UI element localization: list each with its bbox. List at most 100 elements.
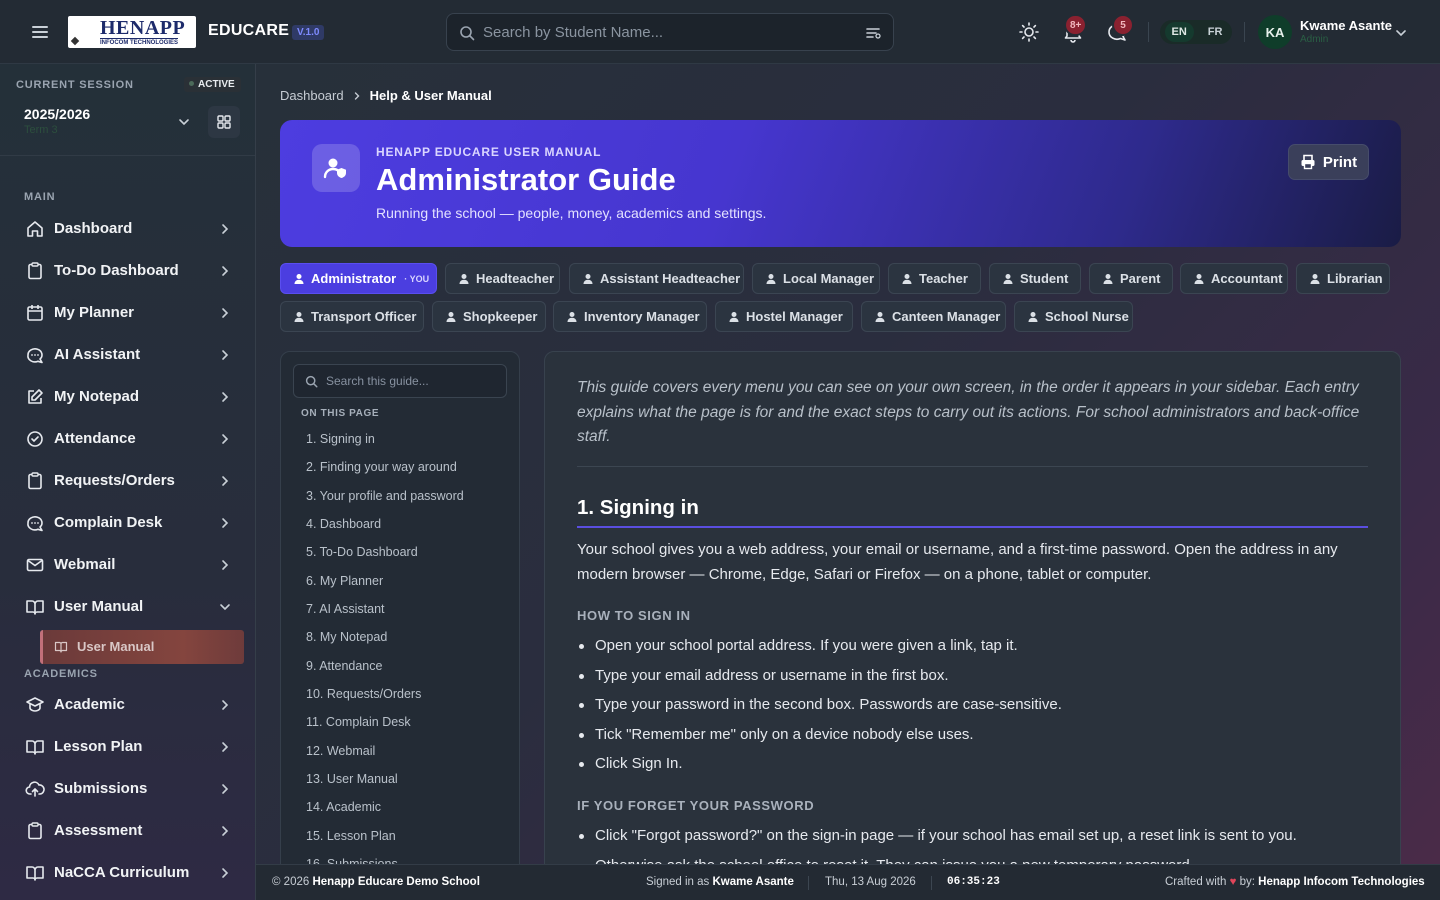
tab-local-manager[interactable]: Local Manager	[752, 263, 880, 294]
toc-item[interactable]: 7. AI Assistant	[281, 598, 519, 626]
app-logo[interactable]: HENAPP INFOCOM TECHNOLOGIES	[68, 16, 196, 48]
tab-librarian[interactable]: Librarian	[1296, 263, 1390, 294]
guide-search-input[interactable]	[326, 365, 502, 397]
sidebar-item-attendance[interactable]: Attendance	[16, 420, 240, 456]
tab-administrator[interactable]: Administrator · YOU	[280, 263, 437, 294]
toc-item[interactable]: 11. Complain Desk	[281, 711, 519, 739]
sidebar-item-label: Submissions	[54, 780, 148, 797]
tab-label: Shopkeeper	[463, 309, 538, 324]
print-button[interactable]: Print	[1288, 144, 1369, 180]
toc-item[interactable]: 10. Requests/Orders	[281, 683, 519, 711]
toc-item[interactable]: 4. Dashboard	[281, 513, 519, 541]
search-icon	[305, 375, 318, 388]
hostel-manager-role-icon	[728, 311, 740, 323]
user-icon	[1103, 273, 1113, 284]
toc-item[interactable]: 1. Signing in	[281, 428, 519, 456]
book-icon	[54, 640, 68, 654]
language-switch: EN FR	[1160, 20, 1232, 44]
forgot-password-heading: IF YOU FORGET YOUR PASSWORD	[577, 798, 815, 813]
sidebar-item-submissions[interactable]: Submissions	[16, 770, 240, 806]
sidebar-item-to-do-dashboard[interactable]: To-Do Dashboard	[16, 252, 240, 288]
menu-icon[interactable]	[28, 20, 52, 44]
chevron-down-icon[interactable]	[1394, 26, 1408, 40]
user-icon	[294, 273, 304, 284]
tab-headteacher[interactable]: Headteacher	[445, 263, 560, 294]
tab-inventory-manager[interactable]: Inventory Manager	[553, 301, 707, 332]
book-icon	[25, 737, 45, 757]
sidebar-item-nacca-curriculum[interactable]: NaCCA Curriculum	[16, 854, 240, 890]
chevron-right-icon	[222, 350, 229, 360]
tab-accountant[interactable]: Accountant	[1180, 263, 1288, 294]
toc-item[interactable]: 6. My Planner	[281, 570, 519, 598]
toc-item[interactable]: 16. Submissions	[281, 853, 519, 864]
session-year[interactable]: 2025/2026	[24, 106, 90, 122]
toc-item[interactable]: 12. Webmail	[281, 740, 519, 768]
user-icon	[1310, 273, 1320, 284]
breadcrumb-home-link[interactable]: Dashboard	[280, 88, 344, 103]
librarian-role-icon	[1309, 273, 1321, 285]
chevron-right-icon	[218, 264, 232, 278]
lang-en-button[interactable]: EN	[1164, 22, 1194, 42]
sidebar-subitem-user-manual[interactable]: User Manual	[40, 630, 244, 664]
sidebar-item-dashboard[interactable]: Dashboard	[16, 210, 240, 246]
sidebar-item-complain-desk[interactable]: Complain Desk	[16, 504, 240, 540]
sidebar-item-lesson-plan[interactable]: Lesson Plan	[16, 728, 240, 764]
filter-icon[interactable]	[865, 25, 881, 41]
sidebar: CURRENT SESSION ACTIVE 2025/2026 Term 3 …	[0, 64, 256, 900]
student-role-icon	[1002, 273, 1014, 285]
sidebar-item-user-manual[interactable]: User Manual	[16, 588, 240, 624]
user-avatar[interactable]: KA	[1258, 15, 1292, 49]
user-name[interactable]: Kwame Asante	[1300, 18, 1392, 33]
toc-item[interactable]: 8. My Notepad	[281, 626, 519, 654]
toc-item[interactable]: 5. To-Do Dashboard	[281, 541, 519, 569]
sidebar-item-requests-orders[interactable]: Requests/Orders	[16, 462, 240, 498]
chevron-down-icon[interactable]	[177, 115, 191, 129]
tab-teacher[interactable]: Teacher	[888, 263, 981, 294]
sidebar-item-academic[interactable]: Academic	[16, 686, 240, 722]
sidebar-item-my-notepad[interactable]: My Notepad	[16, 378, 240, 414]
footer-clock: 06:35:23	[947, 876, 1000, 888]
chevron-right-icon	[218, 782, 232, 796]
tab-school-nurse[interactable]: School Nurse	[1014, 301, 1133, 332]
chevron-down-icon	[220, 604, 230, 611]
user-icon	[583, 273, 593, 284]
mail-icon	[25, 555, 45, 575]
toc-item[interactable]: 9. Attendance	[281, 655, 519, 683]
tab-transport-officer[interactable]: Transport Officer	[280, 301, 424, 332]
toc-item[interactable]: 15. Lesson Plan	[281, 825, 519, 853]
sidebar-item-webmail[interactable]: Webmail	[16, 546, 240, 582]
sidebar-item-assessment[interactable]: Assessment	[16, 812, 240, 848]
tab-label: Assistant Headteacher	[600, 271, 741, 286]
toc-item[interactable]: 13. User Manual	[281, 768, 519, 796]
chevron-right-icon	[218, 474, 232, 488]
tab-label: Local Manager	[783, 271, 875, 286]
chevron-right-icon	[218, 558, 232, 572]
theme-toggle-sun-icon[interactable]	[1017, 20, 1041, 44]
guide-table-of-contents: ON THIS PAGE 1. Signing in2. Finding you…	[280, 351, 520, 864]
user-icon	[1028, 311, 1038, 322]
tab-student[interactable]: Student	[989, 263, 1081, 294]
sidebar-item-label: Lesson Plan	[54, 738, 143, 755]
toc-item[interactable]: 3. Your profile and password	[281, 485, 519, 513]
tab-canteen-manager[interactable]: Canteen Manager	[861, 301, 1006, 332]
student-search-input[interactable]	[483, 14, 863, 50]
tab-hostel-manager[interactable]: Hostel Manager	[715, 301, 853, 332]
tab-label: Accountant	[1211, 271, 1283, 286]
breadcrumb-current: Help & User Manual	[369, 88, 492, 103]
chevron-right-icon	[222, 560, 229, 570]
sidebar-item-my-planner[interactable]: My Planner	[16, 294, 240, 330]
toc-item[interactable]: 14. Academic	[281, 796, 519, 824]
tab-parent[interactable]: Parent	[1089, 263, 1173, 294]
apps-grid-button[interactable]	[208, 106, 240, 138]
book-icon	[25, 863, 45, 883]
student-search	[446, 13, 894, 51]
check-circle-icon	[25, 429, 45, 449]
tab-shopkeeper[interactable]: Shopkeeper	[432, 301, 546, 332]
sidebar-item-ai-assistant[interactable]: AI Assistant	[16, 336, 240, 372]
chevron-right-icon	[218, 390, 232, 404]
toc-item[interactable]: 2. Finding your way around	[281, 456, 519, 484]
tab-assistant-headteacher[interactable]: Assistant Headteacher	[569, 263, 744, 294]
lang-fr-button[interactable]: FR	[1203, 22, 1228, 42]
chevron-right-icon	[222, 476, 229, 486]
crafted-by: by:	[1239, 876, 1255, 888]
